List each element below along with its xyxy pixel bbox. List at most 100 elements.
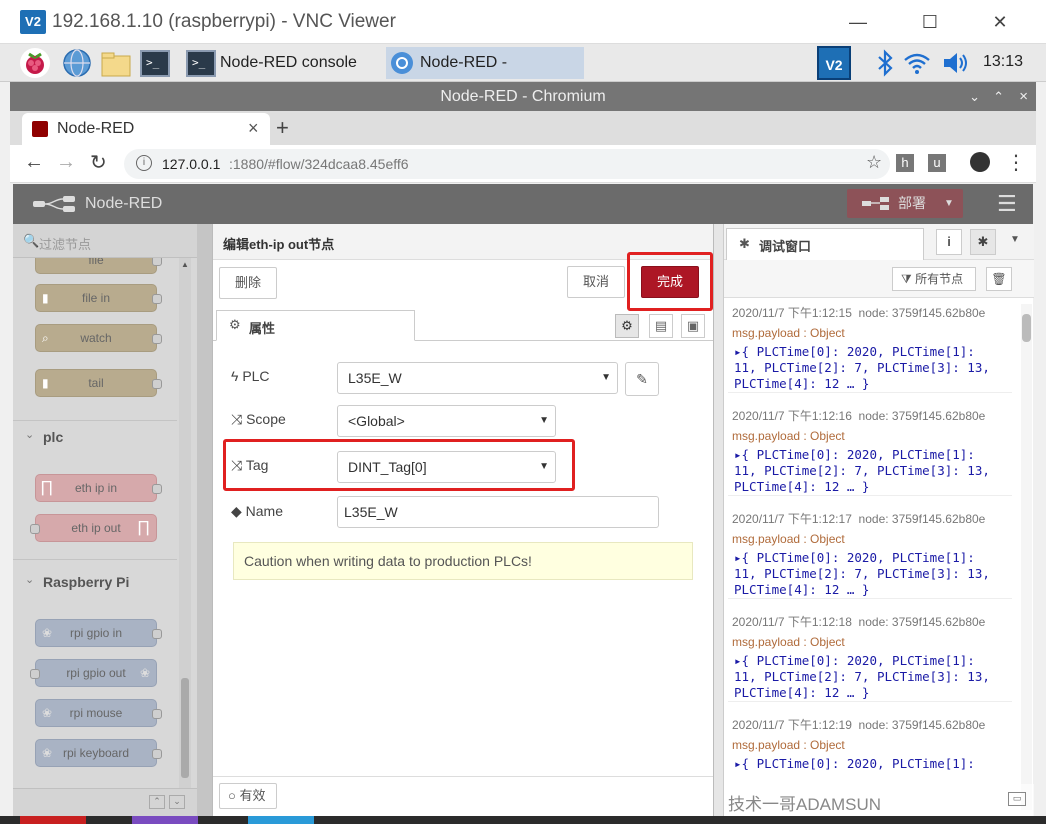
debug-message[interactable]: 2020/11/7 下午1:12:19 node: 3759f145.62b80… (728, 716, 1012, 772)
collapse-down-icon[interactable]: ⌄ (169, 795, 185, 809)
volume-icon[interactable] (940, 48, 970, 78)
nodered-favicon-icon (32, 121, 48, 137)
appearance-icon[interactable]: ▣ (681, 314, 705, 338)
cancel-button[interactable]: 取消 (567, 266, 625, 298)
settings-gear-icon[interactable]: ⚙ (615, 314, 639, 338)
delete-button[interactable]: 删除 (219, 267, 277, 299)
filter-placeholder: 过滤节点 (39, 237, 92, 252)
tab-close-icon[interactable]: × (248, 118, 259, 139)
chevron-down-icon[interactable]: ⌄ (25, 428, 34, 441)
body-line: ▸{ PLCTime[0]: 2020, PLCTime[1]: (734, 756, 975, 771)
close-button[interactable]: ✕ (980, 8, 1020, 36)
node-label: rpi gpio in (69, 626, 123, 640)
chrome-menu-icon[interactable]: ⋮ (1006, 150, 1026, 175)
palette-node-rpi-mouse[interactable]: ❀ rpi mouse (35, 699, 162, 727)
chevron-down-icon[interactable]: ⌄ (969, 82, 980, 111)
body-line: ▸{ PLCTime[0]: 2020, PLCTime[1]: (734, 447, 975, 462)
workspace-canvas[interactable] (197, 224, 212, 816)
palette-node-watch[interactable]: ⌕ watch (35, 324, 162, 352)
vnc-tray-icon[interactable]: V2 (817, 46, 851, 80)
extension-h-icon[interactable]: h (896, 154, 914, 172)
chromium-window-title: Node-RED - Chromium (440, 88, 606, 105)
debug-bug-icon[interactable]: ✱ (970, 229, 996, 255)
tab-nodered[interactable]: Node-RED × (22, 113, 270, 145)
chevron-up-icon[interactable]: ⌃ (993, 82, 1004, 111)
palette-node-rpi-gpio-out[interactable]: rpi gpio out ❀ (30, 659, 157, 687)
watch-icon: ⌕ (42, 331, 49, 345)
message-body[interactable]: ▸{ PLCTime[0]: 2020, PLCTime[1]: 11, PLCT… (728, 550, 1012, 598)
bluetooth-icon[interactable] (870, 48, 900, 78)
enabled-toggle[interactable]: ○ 有效 (219, 783, 277, 809)
bookmark-star-icon[interactable]: ☆ (866, 152, 882, 173)
caret-down-icon[interactable]: ▼ (1010, 234, 1020, 245)
minimize-button[interactable]: — (838, 8, 878, 36)
desktop-icon (248, 816, 314, 824)
extension-u-icon[interactable]: u (928, 154, 946, 172)
file-manager-icon[interactable] (100, 48, 131, 78)
palette-node-rpi-keyboard[interactable]: ❀ rpi keyboard (35, 739, 162, 767)
info-icon[interactable]: i (936, 229, 962, 255)
tab-properties[interactable]: ⚙ 属性 (216, 310, 415, 341)
scroll-thumb[interactable] (181, 678, 189, 778)
maximize-button[interactable]: ☐ (910, 8, 950, 36)
edit-pencil-icon[interactable]: ✎ (625, 362, 659, 396)
hamburger-menu-icon[interactable]: ☰ (997, 191, 1017, 217)
reload-icon[interactable]: ↻ (90, 150, 107, 175)
debug-message[interactable]: 2020/11/7 下午1:12:17 node: 3759f145.62b80… (728, 510, 1012, 599)
palette-node-eth-ip-in[interactable]: ∏ eth ip in (35, 474, 162, 502)
description-icon[interactable]: ▤ (649, 314, 673, 338)
tab-title: Node-RED (57, 120, 135, 137)
body-line: PLCTime[4]: 12 … } (734, 685, 870, 700)
raspberry-icon: ❀ (42, 626, 53, 640)
raspberry-menu-icon[interactable] (20, 48, 50, 78)
info-icon[interactable]: i (136, 155, 152, 171)
close-icon[interactable]: × (1019, 82, 1028, 111)
filter-nodes-button[interactable]: ⧩ 所有节点 (892, 267, 976, 291)
palette-node-rpi-gpio-in[interactable]: ❀ rpi gpio in (35, 619, 162, 647)
palette-node-file[interactable]: file (35, 258, 162, 274)
back-icon[interactable]: ← (24, 151, 44, 174)
scope-select[interactable]: <Global> ▼ (337, 405, 556, 437)
browser-globe-icon[interactable] (62, 48, 92, 78)
palette-filter[interactable]: 🔍 过滤节点 (13, 224, 197, 258)
tab-debug[interactable]: ✱ 调试窗口 (726, 228, 924, 260)
caret-down-icon[interactable]: ▼ (944, 189, 954, 218)
debug-message[interactable]: 2020/11/7 下午1:12:16 node: 3759f145.62b80… (728, 407, 1012, 496)
palette-node-eth-ip-out[interactable]: eth ip out ∏ (30, 514, 157, 542)
monitor-icon[interactable]: ▭ (1008, 792, 1026, 806)
palette-node-tail[interactable]: ▮ tail (35, 369, 162, 397)
debug-scrollbar[interactable] (1021, 304, 1032, 810)
deploy-button[interactable]: 部署 ▼ (847, 189, 963, 218)
message-body[interactable]: ▸{ PLCTime[0]: 2020, PLCTime[1]: 11, PLCT… (728, 344, 1012, 392)
task-chromium[interactable]: Node-RED - Chromium (386, 47, 584, 103)
forward-icon[interactable]: → (56, 151, 76, 174)
task-nodered-console[interactable]: >_ Node-RED console (186, 47, 382, 79)
nodered-logo-icon (33, 196, 75, 212)
category-raspberry-pi[interactable]: Raspberry Pi (43, 574, 129, 590)
sidebar-separator[interactable] (714, 224, 723, 816)
url-path: :1880/#flow/324dcaa8.45eff6 (229, 156, 409, 172)
chevron-down-icon[interactable]: ⌄ (25, 573, 34, 586)
message-body[interactable]: ▸{ PLCTime[0]: 2020, PLCTime[1]: 11, PLCT… (728, 653, 1012, 701)
body-line: PLCTime[4]: 12 … } (734, 582, 870, 597)
new-tab-button[interactable]: + (276, 115, 289, 141)
profile-avatar-icon[interactable] (970, 152, 990, 172)
scroll-up-icon[interactable]: ▲ (181, 260, 189, 269)
debug-sidebar: ✱ 调试窗口 i ✱ ▼ ⧩ 所有节点 🗑 2020/11/7 下午1:12:1… (723, 224, 1034, 816)
wifi-icon[interactable] (902, 48, 932, 78)
debug-message[interactable]: 2020/11/7 下午1:12:18 node: 3759f145.62b80… (728, 613, 1012, 702)
name-input[interactable]: L35E_W (337, 496, 659, 528)
category-plc[interactable]: plc (43, 429, 63, 445)
scroll-thumb[interactable] (1022, 314, 1031, 342)
plc-select[interactable]: L35E_W ▼ (337, 362, 618, 394)
message-body[interactable]: ▸{ PLCTime[0]: 2020, PLCTime[1]: (728, 756, 1012, 772)
url-input[interactable]: i 127.0.0.1 :1880/#flow/324dcaa8.45eff6 … (124, 149, 890, 179)
debug-message[interactable]: 2020/11/7 下午1:12:15 node: 3759f145.62b80… (728, 304, 1012, 393)
palette-node-file-in[interactable]: ▮ file in (35, 284, 162, 312)
trash-icon[interactable]: 🗑 (986, 267, 1012, 291)
collapse-up-icon[interactable]: ⌃ (149, 795, 165, 809)
message-body[interactable]: ▸{ PLCTime[0]: 2020, PLCTime[1]: 11, PLCT… (728, 447, 1012, 495)
terminal-icon[interactable]: >_ (140, 48, 170, 78)
palette-scrollbar[interactable]: ▲ (179, 258, 191, 788)
raspberry-icon: ❀ (42, 746, 53, 760)
